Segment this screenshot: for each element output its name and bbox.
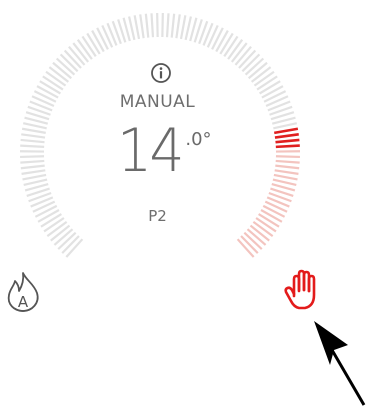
dial-tick (96, 27, 109, 50)
dial-tick (215, 30, 229, 53)
dial-tick (219, 32, 234, 55)
manual-hand-icon[interactable] (281, 266, 325, 314)
dial-tick (21, 127, 46, 134)
dial-tick (21, 169, 46, 175)
dial-tick (272, 178, 297, 187)
dial-tick (20, 164, 45, 170)
dial-tick (150, 13, 155, 38)
auto-flame-icon[interactable]: A (4, 270, 42, 314)
dial-tick (128, 16, 136, 41)
dial-tick (133, 15, 141, 40)
dial-tick (275, 159, 300, 164)
dial-tick (20, 144, 45, 148)
dial-tick (275, 144, 300, 149)
dial-tick (274, 169, 299, 175)
dial-tick (20, 159, 45, 164)
dial-tick (273, 173, 298, 181)
dial-tick (179, 15, 187, 40)
temperature-decimal: .0° (185, 129, 212, 150)
dial-tick (86, 32, 101, 55)
dial-tick (175, 14, 181, 39)
dial-tick (275, 164, 300, 170)
dial-tick (23, 178, 48, 187)
program-label: P2 (148, 207, 167, 225)
dial-tick (211, 27, 224, 50)
dial-tick (20, 155, 45, 159)
dial-tick (21, 133, 46, 139)
dial-tick (275, 155, 300, 159)
arrow-pointer (314, 321, 366, 406)
dial-tick (20, 138, 45, 144)
svg-text:A: A (18, 293, 29, 311)
dial-tick (139, 14, 145, 39)
dial-tick (273, 122, 298, 130)
mode-label: MANUAL (119, 92, 196, 112)
info-icon[interactable] (150, 62, 172, 84)
dial-tick (274, 127, 299, 135)
temperature-integer: 14 (117, 116, 185, 186)
dial-tick (274, 133, 299, 139)
temperature-readout: 14.0° (117, 121, 212, 191)
dial-tick (165, 13, 170, 38)
dial-tick (22, 122, 47, 130)
dial-tick (22, 173, 47, 181)
dial-tick (91, 30, 105, 53)
dial-tick (144, 13, 150, 38)
dial-tick (275, 138, 300, 144)
dial-tick (170, 13, 176, 38)
dial-tick (184, 16, 192, 41)
